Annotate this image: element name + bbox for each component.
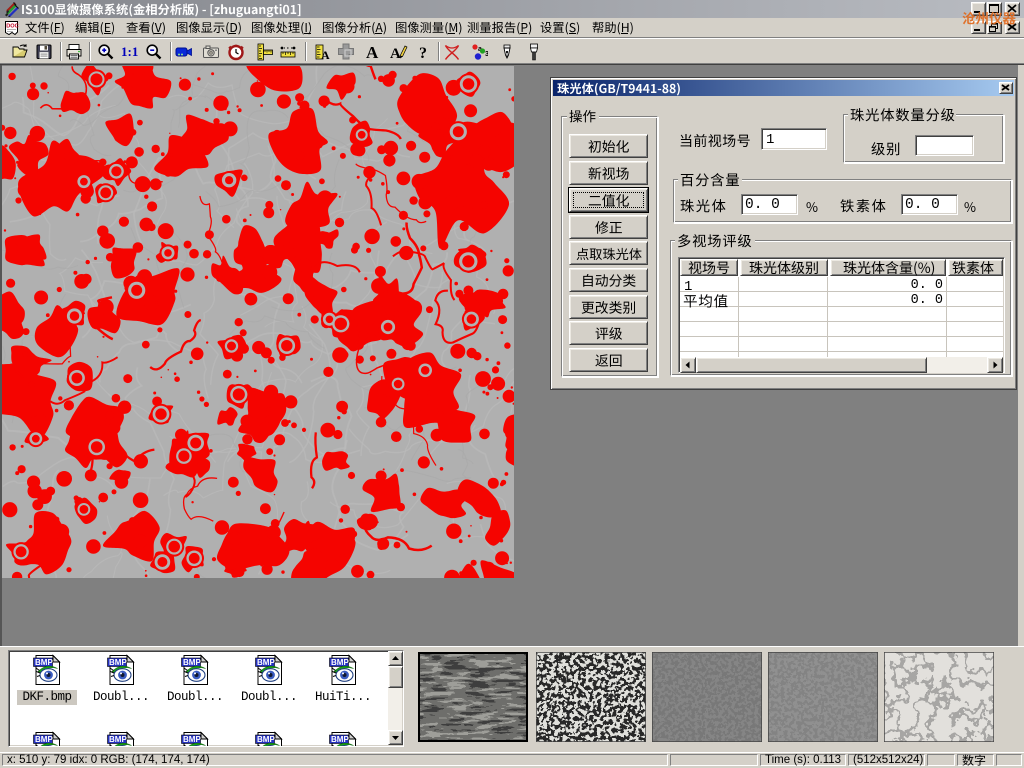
svg-text:BMP: BMP	[183, 658, 201, 667]
svg-text:A: A	[366, 43, 379, 61]
svg-text:BMP: BMP	[109, 658, 127, 667]
svg-text:BMP: BMP	[183, 735, 201, 744]
svg-text:BMP: BMP	[35, 658, 53, 667]
svg-text:BMP: BMP	[109, 735, 127, 744]
svg-text:?: ?	[419, 45, 427, 61]
svg-text:BMP: BMP	[331, 735, 349, 744]
svg-text:3: 3	[485, 51, 488, 58]
svg-text:A: A	[321, 48, 330, 61]
svg-text:BMP: BMP	[257, 658, 275, 667]
svg-text:DOC: DOC	[6, 23, 18, 29]
svg-text:A: A	[390, 46, 401, 61]
svg-text:BMP: BMP	[331, 658, 349, 667]
svg-text:BMP: BMP	[35, 735, 53, 744]
svg-text:BMP: BMP	[257, 735, 275, 744]
